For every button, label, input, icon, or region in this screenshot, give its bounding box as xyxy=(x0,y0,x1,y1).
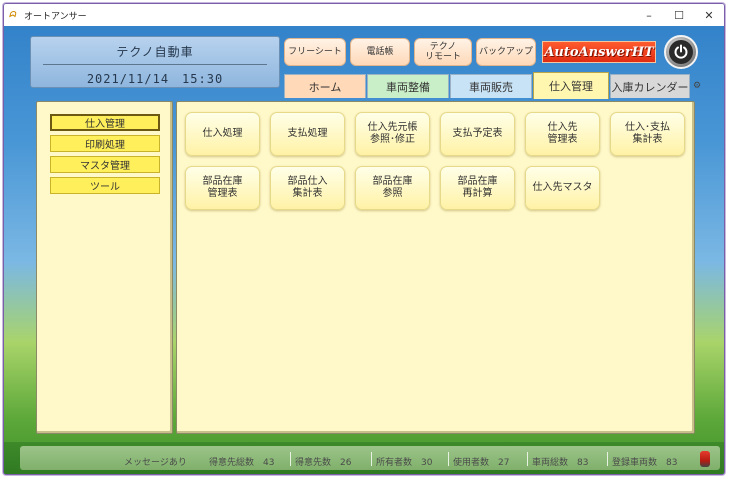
header-divider xyxy=(43,64,267,65)
window-title: オートアンサー xyxy=(24,11,87,22)
supplier-ledger-button[interactable]: 仕入先元帳 参照･修正 xyxy=(355,112,430,156)
auto-answer-logo: AutoAnswerHT xyxy=(542,41,656,63)
status-registered-vehicles: 登録車両数 83 xyxy=(612,458,678,468)
power-icon xyxy=(669,40,693,64)
phonebook-button[interactable]: 電話帳 xyxy=(350,38,410,66)
parts-inventory-recalc-button[interactable]: 部品在庫 再計算 xyxy=(440,166,515,210)
function-panel: 仕入処理 支払処理 仕入先元帳 参照･修正 支払予定表 仕入先 管理表 仕入･支… xyxy=(176,101,695,434)
power-button[interactable] xyxy=(664,35,698,69)
app-window: ᗣ オートアンサー – ☐ ✕ テクノ自動車 2021/11/14 15:30 … xyxy=(3,3,725,475)
sidebar-item-master-management[interactable]: マスタ管理 xyxy=(50,156,160,173)
sidebar-item-purchase-management[interactable]: 仕入管理 xyxy=(50,114,160,131)
current-datetime: 2021/11/14 15:30 xyxy=(86,72,224,86)
window-controls: – ☐ ✕ xyxy=(634,4,724,26)
company-name: テクノ自動車 xyxy=(116,45,194,59)
backup-button[interactable]: バックアップ xyxy=(476,38,536,66)
free-sheet-button[interactable]: フリーシート xyxy=(284,38,346,66)
app-icon: ᗣ xyxy=(9,10,16,19)
maximize-button[interactable]: ☐ xyxy=(664,4,694,26)
tab-receiving-calendar[interactable]: 入庫カレンダー xyxy=(610,74,690,98)
title-bar: ᗣ オートアンサー – ☐ ✕ xyxy=(4,4,724,26)
purchase-payment-summary-button[interactable]: 仕入･支払 集計表 xyxy=(610,112,685,156)
supplier-management-button[interactable]: 仕入先 管理表 xyxy=(525,112,600,156)
status-customers-total: 得意先総数 43 xyxy=(209,458,275,468)
purchase-processing-button[interactable]: 仕入処理 xyxy=(185,112,260,156)
sidebar-item-print-processing[interactable]: 印刷処理 xyxy=(50,135,160,152)
status-owners: 所有者数 30 xyxy=(376,458,433,468)
status-vehicles-total: 車両総数 83 xyxy=(532,458,589,468)
payment-schedule-button[interactable]: 支払予定表 xyxy=(440,112,515,156)
tab-home[interactable]: ホーム xyxy=(284,74,366,98)
payment-processing-button[interactable]: 支払処理 xyxy=(270,112,345,156)
category-panel: 仕入管理 印刷処理 マスタ管理 ツール xyxy=(36,101,173,434)
status-divider xyxy=(527,452,528,466)
parts-inventory-reference-button[interactable]: 部品在庫 参照 xyxy=(355,166,430,210)
status-divider xyxy=(371,452,372,466)
gear-icon[interactable]: ⚙ xyxy=(692,78,702,94)
company-info-box: テクノ自動車 2021/11/14 15:30 xyxy=(30,36,280,88)
techno-remote-button[interactable]: テクノ リモート xyxy=(414,38,472,66)
minimize-button[interactable]: – xyxy=(634,4,664,26)
sidebar-item-tools[interactable]: ツール xyxy=(50,177,160,194)
status-divider xyxy=(607,452,608,466)
status-divider xyxy=(290,452,291,466)
tab-vehicle-sales[interactable]: 車両販売 xyxy=(450,74,532,98)
parts-purchase-summary-button[interactable]: 部品仕入 集計表 xyxy=(270,166,345,210)
status-divider xyxy=(448,452,449,466)
status-users: 使用者数 27 xyxy=(453,458,510,468)
close-button[interactable]: ✕ xyxy=(694,4,724,26)
supplier-master-button[interactable]: 仕入先マスタ xyxy=(525,166,600,210)
parts-inventory-management-button[interactable]: 部品在庫 管理表 xyxy=(185,166,260,210)
status-customer-count: 得意先数 26 xyxy=(295,458,352,468)
alert-lamp-icon xyxy=(700,451,710,467)
status-message[interactable]: メッセージあり xyxy=(124,455,187,468)
tab-vehicle-maintenance[interactable]: 車両整備 xyxy=(367,74,449,98)
tab-purchase-management[interactable]: 仕入管理 xyxy=(533,72,609,99)
